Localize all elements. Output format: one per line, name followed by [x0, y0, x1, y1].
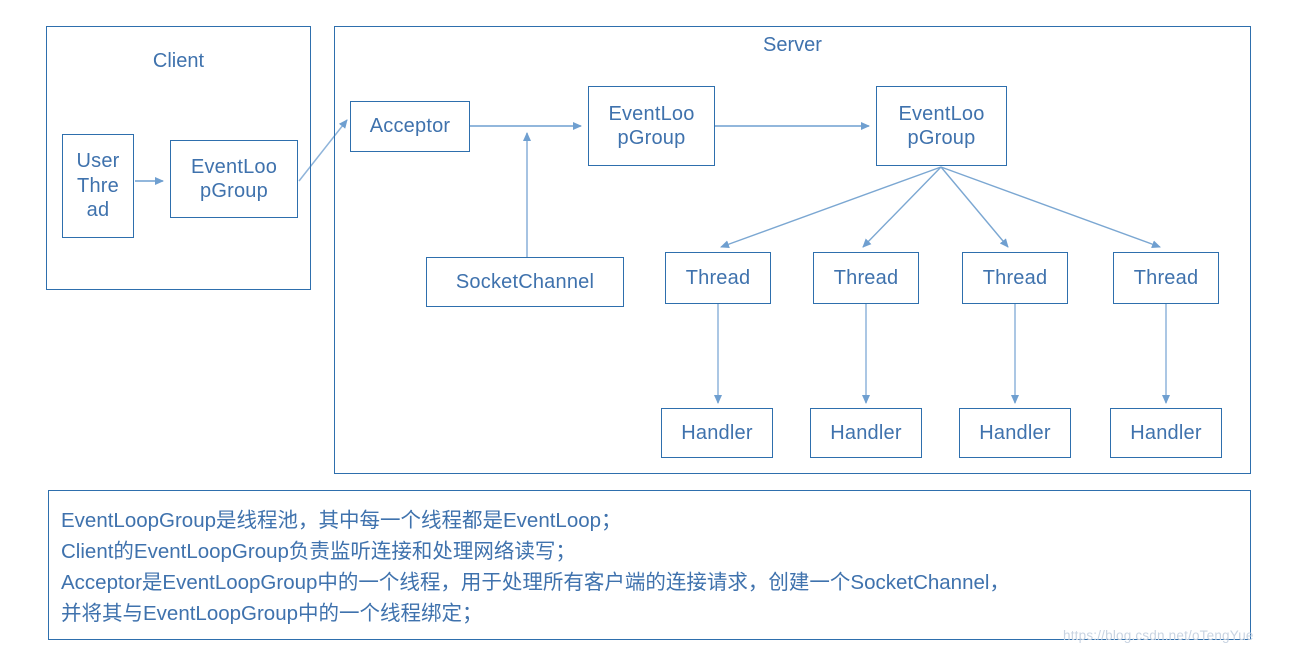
note-line-4: 并将其与EventLoopGroup中的一个线程绑定； [61, 602, 483, 625]
client-elg-line-2: pGroup [200, 180, 268, 202]
node-socketchannel[interactable]: SocketChannel [426, 257, 624, 307]
node-acceptor[interactable]: Acceptor [350, 101, 470, 152]
node-thread-1[interactable]: Thread [813, 252, 919, 304]
node-eventloopgroup-worker[interactable]: EventLoo pGroup [876, 86, 1007, 166]
handler-2-label: Handler [979, 421, 1051, 444]
node-client-eventloopgroup[interactable]: EventLoo pGroup [170, 140, 298, 218]
elg-boss-line-1: EventLoo [608, 102, 695, 125]
thread-2-label: Thread [982, 266, 1048, 289]
node-user-thread[interactable]: User Thre ad [62, 134, 134, 238]
note-line-2: Client的EventLoopGroup负责监听连接和处理网络读写； [61, 540, 576, 563]
node-thread-2[interactable]: Thread [962, 252, 1068, 304]
elg-boss-line-2: pGroup [617, 127, 686, 149]
diagram-canvas: Client User Thre ad EventLoo pGroup Serv… [0, 0, 1299, 656]
watermark: https://blog.csdn.net/oTengYue [1063, 628, 1254, 643]
node-handler-2[interactable]: Handler [959, 408, 1071, 458]
server-container [334, 26, 1251, 474]
client-elg-line-1: EventLoo [190, 155, 278, 178]
client-title: Client [152, 50, 205, 72]
node-eventloopgroup-boss[interactable]: EventLoo pGroup [588, 86, 715, 166]
server-title: Server [763, 34, 822, 56]
thread-1-label: Thread [833, 266, 899, 289]
user-thread-line-1: User [76, 150, 120, 173]
user-thread-line-3: ad [86, 199, 110, 222]
elg-worker-line-1: EventLoo [898, 102, 985, 125]
handler-1-label: Handler [830, 421, 902, 444]
thread-0-label: Thread [685, 266, 751, 289]
note-line-1: EventLoopGroup是线程池，其中每一个线程都是EventLoop； [61, 509, 622, 532]
socketchannel-label: SocketChannel [455, 270, 595, 293]
elg-worker-line-2: pGroup [907, 127, 976, 149]
node-handler-3[interactable]: Handler [1110, 408, 1222, 458]
acceptor-label: Acceptor [369, 115, 451, 138]
thread-3-label: Thread [1133, 266, 1199, 289]
user-thread-line-2: Thre [77, 174, 119, 197]
handler-3-label: Handler [1130, 421, 1202, 444]
node-thread-3[interactable]: Thread [1113, 252, 1219, 304]
node-thread-0[interactable]: Thread [665, 252, 771, 304]
note-line-3: Acceptor是EventLoopGroup中的一个线程，用于处理所有客户端的… [61, 571, 1010, 594]
notes-panel: EventLoopGroup是线程池，其中每一个线程都是EventLoop； C… [48, 490, 1251, 640]
handler-0-label: Handler [681, 421, 753, 444]
node-handler-1[interactable]: Handler [810, 408, 922, 458]
node-handler-0[interactable]: Handler [661, 408, 773, 458]
